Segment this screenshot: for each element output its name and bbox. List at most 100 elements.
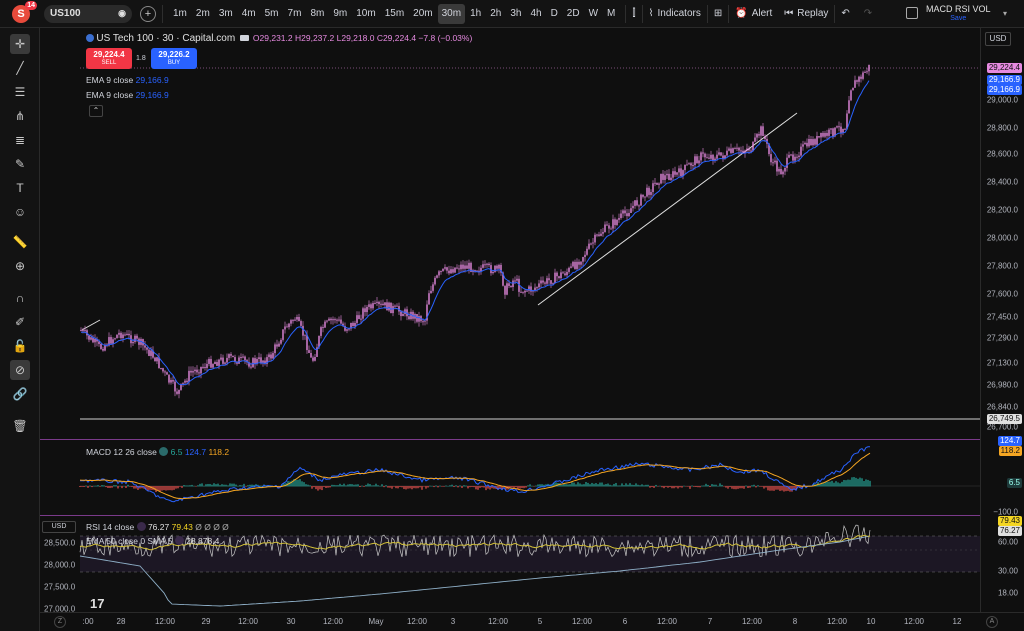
app-logo[interactable]: S 14 xyxy=(12,0,37,23)
timeframe-30m[interactable]: 30m xyxy=(437,3,466,24)
candle-body xyxy=(676,172,678,175)
pitchfork-icon[interactable]: ⋔ xyxy=(10,106,30,126)
timeframe-1m[interactable]: 1m xyxy=(169,4,191,24)
chevron-down-icon[interactable]: ▾ xyxy=(1003,9,1007,18)
trend-line-icon[interactable]: ╱ xyxy=(10,58,30,78)
price-label: 27,450.0 xyxy=(986,312,1018,322)
candle-body xyxy=(356,315,358,323)
macd-histogram-bar xyxy=(113,485,115,487)
replay-button[interactable]: ⏮ Replay xyxy=(784,8,828,19)
candle-body xyxy=(514,280,516,282)
candle-body xyxy=(814,139,816,145)
timeframe-7m[interactable]: 7m xyxy=(284,4,306,24)
timezone-icon[interactable]: Z xyxy=(54,616,66,628)
macd-histogram-bar xyxy=(657,486,659,487)
macd-eye-icon[interactable] xyxy=(159,447,169,456)
ema-legend-2[interactable]: EMA 9 close 29,166.9 xyxy=(86,90,169,100)
lock-icon[interactable]: 🔓 xyxy=(10,336,30,356)
price-axis[interactable]: USD 29,000.0 28,800.0 28,600.0 28,400.0 28,2… xyxy=(980,28,1024,439)
timeframe-8m[interactable]: 8m xyxy=(306,4,328,24)
timeframe-4h[interactable]: 4h xyxy=(526,4,545,24)
layouts-button[interactable]: ⊞ xyxy=(714,8,722,19)
macd-legend[interactable]: MACD 12 26 close 6.5 124.7 118.2 xyxy=(86,447,229,457)
candle-body xyxy=(808,138,810,147)
timeframe-10m[interactable]: 10m xyxy=(352,4,379,24)
fib-icon[interactable]: ≣ xyxy=(10,130,30,150)
auto-scale-icon[interactable]: A xyxy=(986,616,998,628)
rsi-currency[interactable]: USD xyxy=(42,521,76,533)
currency-selector[interactable]: USD xyxy=(985,32,1011,46)
brush-icon[interactable]: ✎ xyxy=(10,154,30,174)
timeframe-9m[interactable]: 9m xyxy=(329,4,351,24)
candle-body xyxy=(582,257,584,262)
timeframe-4m[interactable]: 4m xyxy=(238,4,260,24)
redo-button[interactable]: ↷ xyxy=(864,8,872,19)
candle-body xyxy=(214,362,216,365)
candle-body xyxy=(112,339,114,344)
indicators-button[interactable]: ⌇ Indicators xyxy=(649,8,701,19)
rsi-pane[interactable]: USD RSI 14 close 76.27 79.43 Ø Ø Ø Ø EMA… xyxy=(40,515,980,614)
symbol-search[interactable]: US100 ◉ xyxy=(44,4,132,23)
text-icon[interactable]: T xyxy=(10,178,30,198)
candle-body xyxy=(258,357,260,360)
candle-body xyxy=(750,150,752,152)
link-icon[interactable]: 🔗 xyxy=(10,384,30,404)
macd-histogram-bar xyxy=(167,486,169,491)
macd-histogram-bar xyxy=(89,485,91,487)
price-label: 28,000.0 xyxy=(986,233,1018,243)
macd-histogram-bar xyxy=(537,484,539,487)
timeframe-3h[interactable]: 3h xyxy=(506,4,525,24)
undo-button[interactable]: ↶ xyxy=(841,8,849,19)
timeframe-5m[interactable]: 5m xyxy=(261,4,283,24)
candle-body xyxy=(544,282,546,284)
lock-pencil-icon[interactable]: ✐ xyxy=(10,312,30,332)
alert-button[interactable]: ⏰ Alert xyxy=(735,8,772,19)
macd-histogram-bar xyxy=(405,486,407,490)
eye-icon[interactable]: ◉ xyxy=(118,8,126,19)
timeframe-3m[interactable]: 3m xyxy=(215,4,237,24)
ema50-settings-icon[interactable] xyxy=(174,536,184,545)
timeframe-20m[interactable]: 20m xyxy=(409,4,436,24)
candle-body xyxy=(764,136,766,140)
timeframe-2h[interactable]: 2h xyxy=(486,4,505,24)
candle-body xyxy=(526,290,528,292)
layout-name[interactable]: MACD RSI VOL Save xyxy=(926,5,991,23)
buy-button[interactable]: 29,226.2 BUY xyxy=(151,48,197,69)
horizontal-lines-icon[interactable]: ☰ xyxy=(10,82,30,102)
price-chart[interactable] xyxy=(40,28,980,439)
crosshair-icon[interactable]: ✛ xyxy=(10,34,30,54)
macd-histogram-bar xyxy=(431,485,433,487)
macd-histogram-bar xyxy=(335,485,337,487)
macd-pane[interactable]: MACD 12 26 close 6.5 124.7 118.2 xyxy=(40,439,980,515)
macd-histogram-bar xyxy=(715,484,717,487)
ema-legend-1[interactable]: EMA 9 close 29,166.9 xyxy=(86,75,169,85)
timeframe-M[interactable]: M xyxy=(603,4,619,24)
timeframe-D[interactable]: D xyxy=(547,4,562,24)
timeframe-2m[interactable]: 2m xyxy=(192,4,214,24)
trash-icon[interactable]: 🗑 xyxy=(10,416,30,436)
rsi-settings-icon[interactable] xyxy=(136,522,146,531)
rsi-legend[interactable]: RSI 14 close 76.27 79.43 Ø Ø Ø Ø xyxy=(86,522,229,532)
ruler-icon[interactable]: 📏 xyxy=(10,232,30,252)
collapse-legend-icon[interactable]: ⌃ xyxy=(89,105,103,117)
main-chart-pane[interactable]: US Tech 100 · 30 · Capital.com O29,231.2… xyxy=(40,28,980,439)
candle-body xyxy=(716,154,718,159)
emoji-icon[interactable]: ☺ xyxy=(10,202,30,222)
candle-body xyxy=(238,357,240,364)
timeframe-2D[interactable]: 2D xyxy=(563,4,584,24)
timeframe-1h[interactable]: 1h xyxy=(466,4,485,24)
layout-checkbox-icon[interactable] xyxy=(906,7,918,19)
zoom-icon[interactable]: ⊕ xyxy=(10,256,30,276)
ema50-legend[interactable]: EMA 50 close 0 SMA 5 28,878.4 xyxy=(86,536,219,546)
magnet-icon[interactable]: ∩ xyxy=(10,288,30,308)
candle-style-button[interactable]: ⫿ xyxy=(632,8,635,19)
timeframe-15m[interactable]: 15m xyxy=(381,4,408,24)
compare-add-icon[interactable]: + xyxy=(140,5,156,22)
time-axis[interactable]: Z :00 28 12:00 29 12:00 30 12:00 May 12:00 3 12:00… xyxy=(40,612,1024,631)
tradingview-logo[interactable]: 17 xyxy=(90,596,104,611)
sell-button[interactable]: 29,224.4 SELL xyxy=(86,48,132,69)
hide-drawings-icon[interactable]: ⊘ xyxy=(10,360,30,380)
timeframe-W[interactable]: W xyxy=(585,4,602,24)
macd-histogram-bar xyxy=(351,484,353,487)
macd-histogram-bar xyxy=(529,484,531,487)
